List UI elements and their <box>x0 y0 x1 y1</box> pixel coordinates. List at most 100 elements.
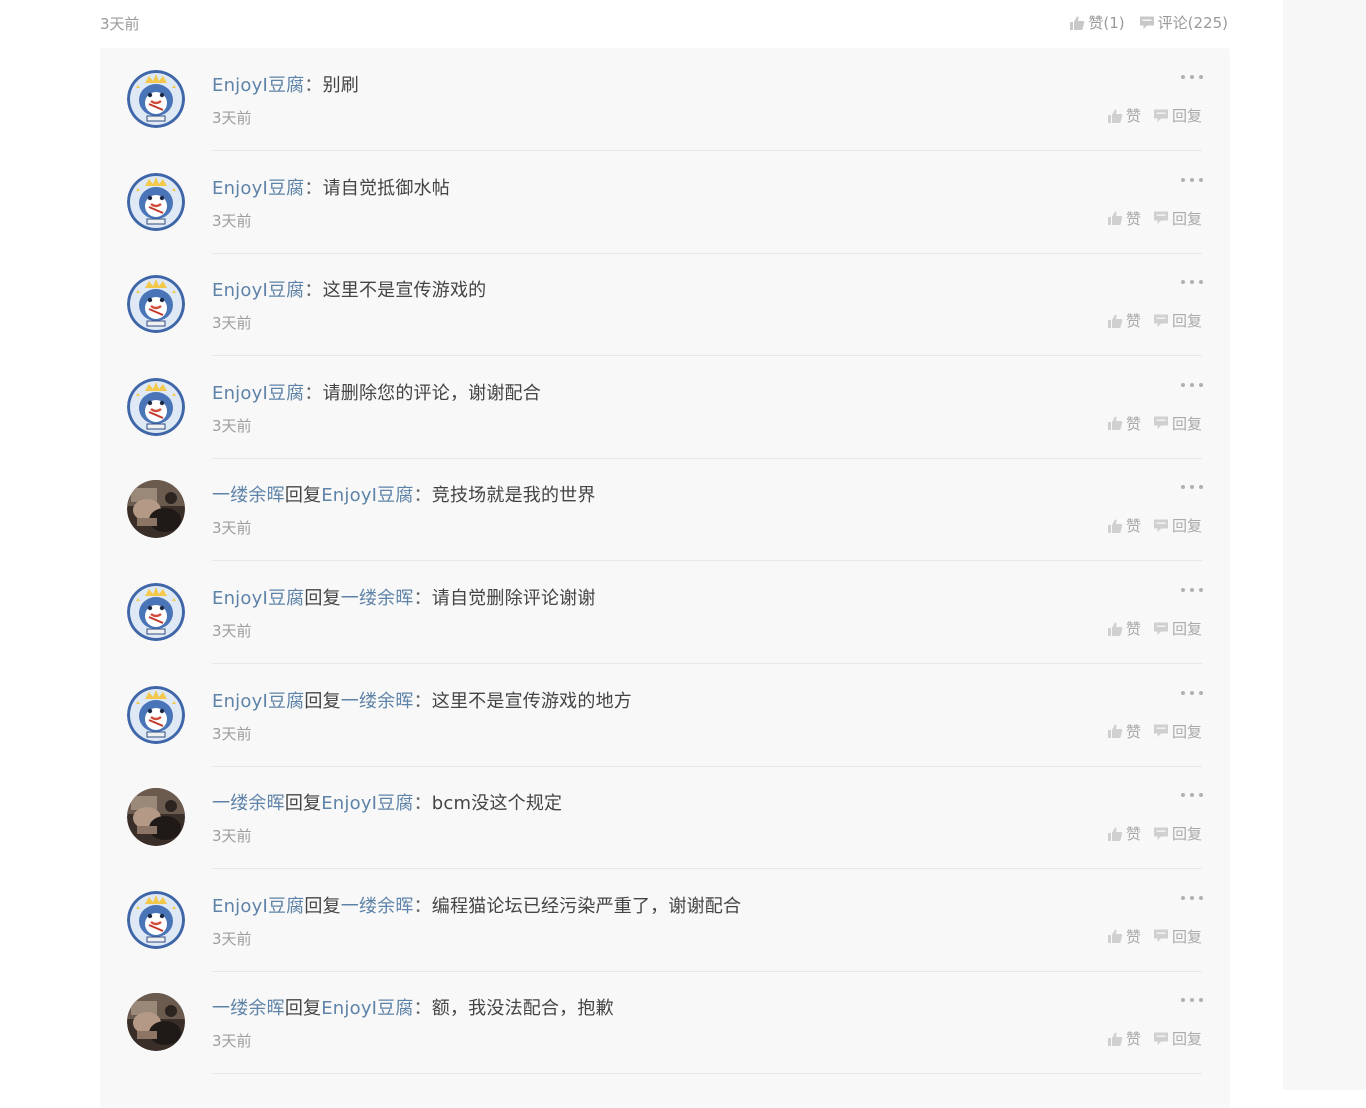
comment-line: EnjoyI豆腐：请删除您的评论，谢谢配合 <box>212 379 541 405</box>
comment-text: bcm没这个规定 <box>431 793 563 815</box>
comment-reply-button[interactable]: 回复 <box>1153 310 1202 331</box>
comment-username-link[interactable]: EnjoyI豆腐 <box>212 280 304 301</box>
comment-like-button[interactable]: 赞 <box>1107 823 1141 844</box>
more-dots-icon[interactable] <box>1181 688 1203 698</box>
avatar[interactable] <box>127 377 185 436</box>
comment-time: 3天前 <box>212 929 252 948</box>
avatar[interactable] <box>127 70 185 128</box>
comment-bubble-icon <box>1153 109 1168 122</box>
comment-actions: 赞 回复 <box>1107 1028 1202 1049</box>
reply-word: 回复 <box>304 895 341 917</box>
avatar[interactable] <box>127 788 185 847</box>
comment-time: 3天前 <box>212 1032 252 1051</box>
comment-reply-button[interactable]: 回复 <box>1153 413 1202 434</box>
comment-time: 3天前 <box>212 416 252 435</box>
more-dots-icon[interactable] <box>1181 995 1203 1005</box>
thumbs-up-icon <box>1107 314 1123 328</box>
comment-reply-label: 回复 <box>1171 414 1202 433</box>
comment-reply-button[interactable]: 回复 <box>1153 721 1202 742</box>
comment-line: 一缕余晖回复EnjoyI豆腐：bcm没这个规定 <box>212 789 562 815</box>
comment-like-button[interactable]: 赞 <box>1107 515 1141 536</box>
more-dots-icon[interactable] <box>1181 380 1203 390</box>
comment-like-button[interactable]: 赞 <box>1107 1028 1141 1049</box>
comment-item: EnjoyI豆腐回复一缕余晖：请自觉删除评论谢谢 3天前 赞 回复 <box>100 561 1230 664</box>
reply-target-link[interactable]: EnjoyI豆腐 <box>321 485 413 506</box>
comment-like-button[interactable]: 赞 <box>1107 310 1141 331</box>
post-like-label: 赞(1) <box>1088 14 1125 32</box>
comment-reply-button[interactable]: 回复 <box>1153 1028 1202 1049</box>
comment-actions: 赞 回复 <box>1107 310 1202 331</box>
comment-username-link[interactable]: EnjoyI豆腐 <box>212 896 304 917</box>
comment-reply-button[interactable]: 回复 <box>1153 926 1202 947</box>
comment-text: 编程猫论坛已经污染严重了，谢谢配合 <box>431 895 742 917</box>
comment-username-link[interactable]: EnjoyI豆腐 <box>212 691 304 712</box>
comment-like-label: 赞 <box>1125 927 1141 946</box>
reply-word: 回复 <box>284 485 322 507</box>
comment-item: 一缕余晖回复EnjoyI豆腐：额，我没法配合，抱歉 3天前 赞 回复 <box>100 971 1230 1075</box>
post-actions: 赞(1) 评论(225) <box>1069 12 1228 33</box>
comments-panel: EnjoyI豆腐：别刷 3天前 赞 回复 EnjoyI豆腐：请自觉抵御水帖 3天… <box>100 48 1230 1108</box>
comment-like-button[interactable]: 赞 <box>1107 105 1141 126</box>
comment-like-label: 赞 <box>1125 620 1141 638</box>
more-dots-icon[interactable] <box>1181 277 1203 287</box>
comment-bubble-icon <box>1139 16 1154 29</box>
comment-like-button[interactable]: 赞 <box>1107 721 1141 742</box>
comment-reply-label: 回复 <box>1171 312 1202 331</box>
avatar[interactable] <box>127 993 185 1052</box>
comment-time: 3天前 <box>212 211 252 230</box>
colon: ： <box>304 75 323 96</box>
comment-item: EnjoyI豆腐：请删除您的评论，谢谢配合 3天前 赞 回复 <box>100 356 1230 459</box>
comment-bubble-icon <box>1153 827 1168 840</box>
avatar[interactable] <box>127 172 185 231</box>
colon: ： <box>304 382 323 404</box>
comment-username-link[interactable]: EnjoyI豆腐 <box>212 178 304 199</box>
avatar[interactable] <box>127 685 185 744</box>
reply-target-link[interactable]: EnjoyI豆腐 <box>321 793 413 814</box>
avatar[interactable] <box>127 583 185 641</box>
avatar[interactable] <box>127 480 185 539</box>
comment-actions: 赞 回复 <box>1107 515 1202 536</box>
colon: ： <box>304 280 323 302</box>
post-comment-label: 评论(225) <box>1157 14 1228 32</box>
thumbs-up-icon <box>1070 16 1085 30</box>
comment-like-label: 赞 <box>1125 107 1141 125</box>
more-dots-icon[interactable] <box>1181 790 1203 800</box>
comment-like-button[interactable]: 赞 <box>1107 926 1141 947</box>
right-side-gutter <box>1283 0 1366 1090</box>
reply-target-link[interactable]: 一缕余晖 <box>341 588 414 609</box>
avatar[interactable] <box>127 890 185 949</box>
more-dots-icon[interactable] <box>1181 72 1203 82</box>
comment-reply-button[interactable]: 回复 <box>1153 823 1202 844</box>
more-dots-icon[interactable] <box>1181 893 1203 903</box>
comment-like-button[interactable]: 赞 <box>1107 208 1141 229</box>
comment-reply-button[interactable]: 回复 <box>1153 515 1202 536</box>
comment-username-link[interactable]: EnjoyI豆腐 <box>212 383 304 404</box>
comment-bubble-icon <box>1153 519 1168 532</box>
thumbs-up-icon <box>1107 109 1123 123</box>
comment-username-link[interactable]: 一缕余晖 <box>212 998 285 1019</box>
comment-like-button[interactable]: 赞 <box>1107 618 1141 639</box>
more-dots-icon[interactable] <box>1181 585 1203 595</box>
comment-username-link[interactable]: EnjoyI豆腐 <box>212 75 304 96</box>
comment-reply-button[interactable]: 回复 <box>1153 618 1202 639</box>
thumbs-up-icon <box>1107 519 1123 533</box>
post-like-button[interactable]: 赞(1) <box>1069 12 1125 33</box>
more-dots-icon[interactable] <box>1181 175 1203 185</box>
reply-target-link[interactable]: 一缕余晖 <box>341 896 414 917</box>
comment-username-link[interactable]: EnjoyI豆腐 <box>212 588 304 609</box>
comment-like-button[interactable]: 赞 <box>1107 413 1141 434</box>
more-dots-icon[interactable] <box>1181 482 1203 492</box>
reply-target-link[interactable]: EnjoyI豆腐 <box>321 998 413 1019</box>
comment-line: EnjoyI豆腐回复一缕余晖：编程猫论坛已经污染严重了，谢谢配合 <box>212 892 741 918</box>
comment-username-link[interactable]: 一缕余晖 <box>212 793 285 814</box>
comment-bubble-icon <box>1153 929 1168 943</box>
post-comment-button[interactable]: 评论(225) <box>1139 12 1228 33</box>
comment-reply-label: 回复 <box>1171 620 1202 638</box>
comment-actions: 赞 回复 <box>1107 721 1202 742</box>
reply-target-link[interactable]: 一缕余晖 <box>341 691 414 712</box>
comment-username-link[interactable]: 一缕余晖 <box>212 485 285 506</box>
comment-like-label: 赞 <box>1125 722 1141 741</box>
comment-reply-button[interactable]: 回复 <box>1153 105 1202 126</box>
avatar[interactable] <box>127 275 185 334</box>
comment-reply-button[interactable]: 回复 <box>1153 208 1202 229</box>
